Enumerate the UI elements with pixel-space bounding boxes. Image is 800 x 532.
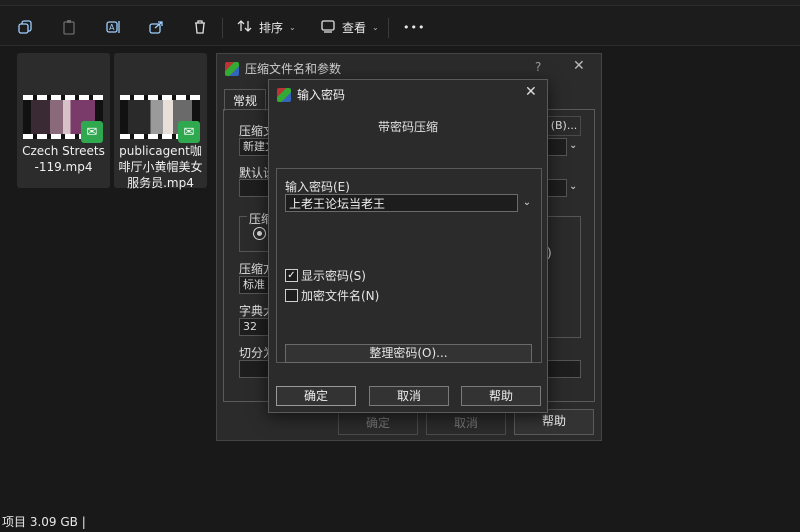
show-password-label: 显示密码(S) [301, 269, 366, 283]
tab-general[interactable]: 常规 [224, 89, 266, 111]
winrar-icon [225, 61, 239, 76]
password-input[interactable] [285, 194, 518, 212]
view-label: 查看 [342, 20, 367, 35]
checkbox-unchecked-icon[interactable] [285, 289, 298, 302]
compression-method-field[interactable]: 标准 [239, 276, 269, 294]
password-label: 输入密码(E) [285, 180, 350, 194]
help-button[interactable]: 帮助 [461, 386, 541, 406]
more-icon: ••• [403, 20, 426, 34]
checkbox-checked-icon[interactable]: ✓ [285, 269, 298, 282]
file-tile[interactable]: ✉ Czech Streets-119.mp4 [17, 53, 110, 188]
dictionary-size-field[interactable]: 32 [239, 318, 269, 336]
more-options-button[interactable]: ••• [403, 14, 425, 40]
radio-button[interactable] [253, 227, 266, 240]
encrypt-filenames-label: 加密文件名(N) [301, 289, 380, 303]
toolbar-divider [388, 18, 389, 38]
help-icon[interactable]: ? [535, 60, 541, 74]
enter-password-dialog: 输入密码 ✕ 带密码压缩 输入密码(E) ⌄ ✓ 显示密码(S) 加密文件名(N… [268, 79, 548, 413]
browse-button[interactable]: (B)... [547, 116, 581, 136]
ok-button[interactable]: 确定 [338, 411, 418, 435]
profile-field-end[interactable] [547, 179, 567, 197]
sort-button[interactable]: 排序 ⌄ [237, 14, 296, 40]
ok-button[interactable]: 确定 [276, 386, 356, 406]
sort-icon [237, 18, 253, 37]
paste-icon[interactable] [56, 14, 82, 40]
dialog-title: 压缩文件名和参数 [225, 60, 341, 77]
options-group [547, 216, 581, 338]
toolbar-divider [222, 18, 223, 38]
view-button[interactable]: 查看 ⌄ [320, 14, 379, 40]
rename-icon[interactable]: A [100, 14, 126, 40]
split-volume-field-end[interactable] [547, 360, 581, 378]
cancel-button[interactable]: 取消 [369, 386, 449, 406]
chevron-down-icon[interactable]: ⌄ [569, 140, 577, 151]
archive-name-field-end[interactable] [547, 138, 567, 156]
winrar-icon [277, 87, 291, 102]
wechat-video-icon: ✉ [81, 121, 103, 143]
chevron-down-icon: ⌄ [372, 22, 379, 32]
explorer-toolbar: A 排序 ⌄ 查看 ⌄ ••• [0, 6, 800, 46]
wechat-video-icon: ✉ [178, 121, 200, 143]
organize-passwords-button[interactable]: 整理密码(O)... [285, 344, 532, 363]
file-name: publicagent咖啡厅小黄帽美女服务员.mp4 [118, 144, 203, 190]
file-name: Czech Streets-119.mp4 [22, 144, 105, 174]
file-tile[interactable]: ✉ publicagent咖啡厅小黄帽美女服务员.mp4 [114, 53, 207, 190]
show-password-checkbox[interactable]: ✓ 显示密码(S) [285, 267, 366, 284]
chevron-down-icon[interactable]: ⌄ [569, 181, 577, 192]
close-icon[interactable]: ✕ [525, 84, 537, 100]
chevron-down-icon[interactable]: ⌄ [520, 194, 534, 212]
chevron-down-icon: ⌄ [289, 22, 296, 32]
svg-text:A: A [109, 23, 115, 32]
split-volume-field[interactable] [239, 360, 269, 378]
copy-icon[interactable] [12, 14, 38, 40]
dialog-title: 输入密码 [277, 86, 345, 103]
sort-label: 排序 [259, 20, 284, 35]
view-icon [320, 18, 336, 37]
cancel-button[interactable]: 取消 [426, 411, 506, 435]
share-icon[interactable] [143, 14, 169, 40]
status-bar: 项目 3.09 GB | [2, 515, 86, 529]
dialog-heading: 带密码压缩 [269, 108, 547, 166]
delete-icon[interactable] [187, 14, 213, 40]
encrypt-filenames-checkbox[interactable]: 加密文件名(N) [285, 287, 379, 304]
close-icon[interactable]: ✕ [573, 58, 585, 74]
